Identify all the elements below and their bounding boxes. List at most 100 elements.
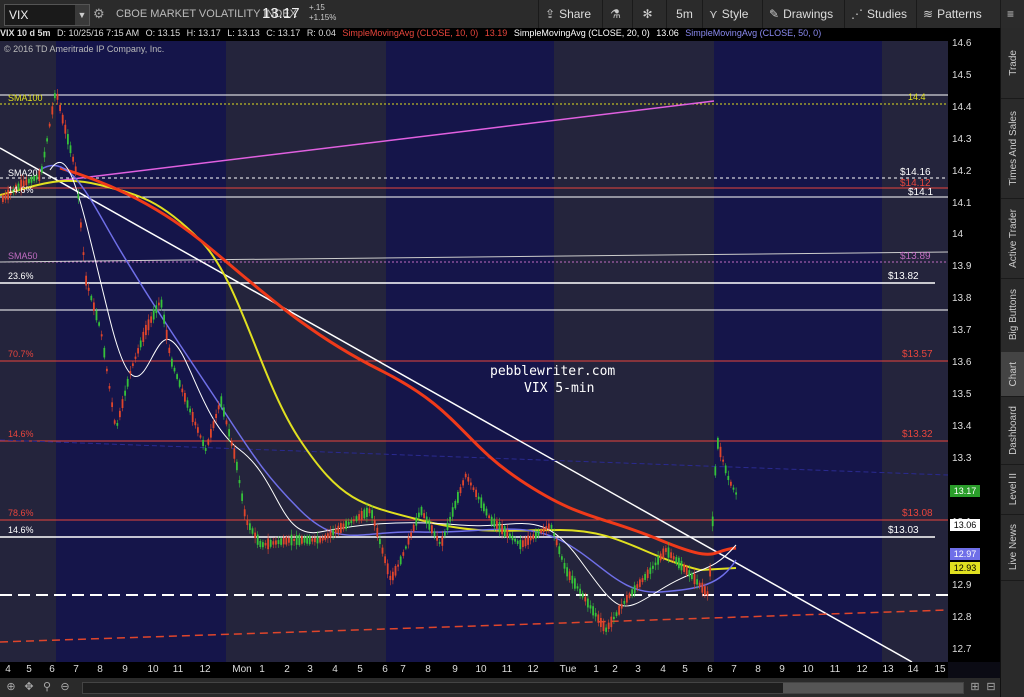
time-tick: 8 [97,664,103,675]
candle-body [72,156,74,162]
candle-body [220,396,223,407]
tab-dashboard[interactable]: Dashboard [1001,396,1024,465]
candle-body [321,537,324,541]
candle-body [649,567,652,574]
symbol-selector[interactable]: VIX ▼ [4,4,90,26]
candle-body [529,536,532,541]
candle-body [696,579,698,585]
zoom-in-icon[interactable]: ⊕ [4,680,18,694]
tab-live-news[interactable]: Live News [1001,514,1024,581]
patterns-button[interactable]: ≋ Patterns [916,0,1000,28]
drawings-button[interactable]: ✎ Drawings [762,0,844,28]
chevron-down-icon[interactable]: ▼ [75,5,89,25]
gear-icon[interactable]: ⚙ [93,6,105,22]
candle-body [43,151,46,158]
time-tick: 6 [49,664,55,675]
candle-body [574,578,576,589]
candle-body [537,530,540,536]
candle-body [475,489,477,498]
time-tick: 9 [122,664,128,675]
timeframe-button[interactable]: 5m [666,0,702,28]
menu-button[interactable]: ≡ [1000,0,1024,28]
candle-body [355,516,358,522]
candle-body [654,562,657,566]
candle-body [340,523,342,533]
candle-body [444,531,446,536]
candle-body [223,407,225,417]
price-tick: 13.4 [952,420,972,432]
magnifier-icon[interactable]: ⚲ [40,680,54,694]
candle-body [311,538,314,542]
candle-body [470,482,472,486]
candle-body [418,512,420,518]
time-tick: 11 [829,664,841,675]
tab-chart[interactable]: Chart [1001,352,1024,397]
price-axis[interactable]: 14.6 14.5 14.4 14.3 14.2 14.1 14 13.9 13.8 13.7 13… [948,28,1000,662]
symbol-text[interactable]: VIX [5,8,75,22]
time-tick: 5 [682,664,688,675]
tab-level-ii[interactable]: Level II [1001,464,1024,515]
studies-button[interactable]: ⋰ Studies [844,0,916,28]
last-price-badge: 13.17 [950,485,980,497]
price-tick: 14.1 [952,197,972,209]
candle-body [77,194,80,199]
horizontal-scrollbar[interactable] [82,682,964,694]
price-chart[interactable]: SMA100 14.4 SMA20 $14.16 $14.12 14.6% $1… [0,41,948,662]
candle-body [74,166,77,173]
candle-body [524,537,527,547]
flask-button[interactable]: ⚗ [602,0,632,28]
sma20-badge: 13.06 [950,519,980,531]
time-axis[interactable]: 4 5 6 7 8 9 10 11 12 Mon 1 2 3 4 5 6 7 8 9 10 11 12 Tue 1 2 3 4 5 6 7… [0,662,948,678]
candle-body [147,319,150,331]
sma50-label[interactable]: SimpleMovingAvg (CLOSE, 50, 0) [685,28,821,38]
zoom-out-icon[interactable]: ⊖ [58,680,72,694]
style-button[interactable]: ⋎ Style [702,0,762,28]
candle-body [579,588,581,594]
candle-body [600,617,602,628]
candle-body [467,477,470,482]
candle-body [457,491,459,503]
candle-body [657,556,659,565]
candle-body [293,538,295,542]
candle-body [555,539,558,546]
expand-icon[interactable]: ⊞ [968,680,982,694]
tab-times-and-sales[interactable]: Times And Sales [1001,98,1024,199]
tab-active-trader[interactable]: Active Trader [1001,198,1024,279]
tab-big-buttons[interactable]: Big Buttons [1001,278,1024,353]
sma20-label[interactable]: SimpleMovingAvg (CLOSE, 20, 0) [514,28,650,38]
share-button[interactable]: ⇪ Share [538,0,602,28]
candle-body [353,519,355,522]
tab-trade[interactable]: Trade [1001,28,1024,99]
candle-body [722,459,724,462]
candle-body [124,390,126,396]
candle-body [69,145,72,154]
change-value: +.15 [309,3,325,12]
candle-body [67,134,69,145]
time-tick: 9 [452,664,458,675]
time-tick: 11 [501,664,513,675]
candle-body [334,528,337,534]
candle-body [324,534,327,540]
candle-body [618,605,620,615]
sma50-tag: SMA50 [8,251,38,261]
candle-body [522,540,524,548]
candle-body [282,538,285,545]
candle-body [176,374,178,379]
collapse-icon[interactable]: ⊟ [984,680,998,694]
sma10-label[interactable]: SimpleMovingAvg (CLOSE, 10, 0) [342,28,478,38]
settings-button[interactable]: ✻ [632,0,666,28]
candle-body [108,386,111,389]
candle-body [87,287,90,291]
copyright-text: © 2016 TD Ameritrade IP Company, Inc. [4,44,165,54]
candle-body [82,252,85,256]
candle-body [446,523,449,531]
candle-body [59,105,61,111]
pointer-icon[interactable]: ✥ [22,680,36,694]
price-tick: 13.5 [952,388,972,400]
fib-23-6: 23.6% [8,271,34,281]
candle-body [184,393,186,402]
candle-body [314,537,316,543]
candle-body [158,302,160,306]
scroll-thumb[interactable] [783,683,963,693]
price-tick: 13.6 [952,357,972,368]
